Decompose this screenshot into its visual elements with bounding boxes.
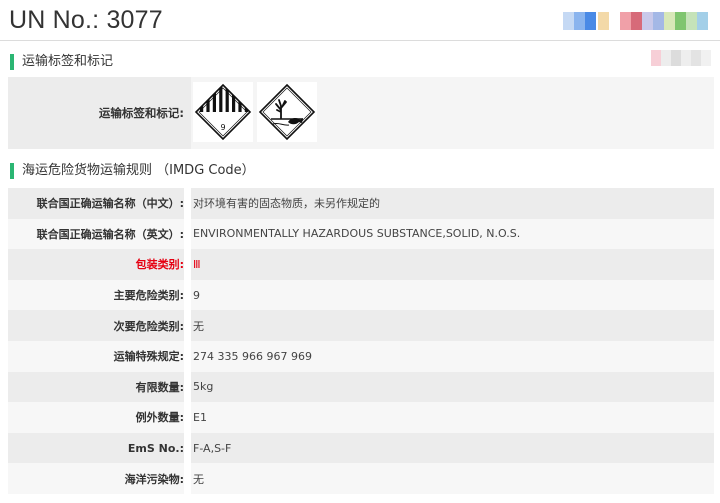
section-accent-bar [10,54,14,70]
row-label: 海洋污染物: [124,472,184,486]
row-value: 无 [193,319,204,333]
blurred-pixel [661,50,671,66]
blurred-pixel [671,50,681,66]
table-row: 联合国正确运输名称（中文）: 对环境有害的固态物质，未另作规定的 [8,188,714,219]
row-value: 9 [193,288,200,302]
blurred-pixel [664,12,675,30]
table-row-packing-group: 包装类别: Ⅲ [8,249,714,280]
blurred-pixel [574,12,585,30]
row-value: 对环境有害的固态物质，未另作规定的 [193,197,380,211]
table-row: 例外数量: E1 [8,402,714,433]
blurred-pixel [675,12,686,30]
blurred-pixel [681,50,691,66]
row-value: Ⅲ [193,257,201,271]
blurred-pixel [642,12,653,30]
un-number-title: UN No.: 3077 [9,6,163,34]
blurred-pixel [701,50,711,66]
transport-labels-label: 运输标签和标记: [98,106,184,120]
table-row: 有限数量: 5kg [8,371,714,403]
class-9-number: 9 [220,123,225,132]
table-row: 主要危险类别: 9 [8,279,714,311]
row-label: 联合国正确运输名称（英文）: [36,227,184,241]
row-label: 运输特殊规定: [113,350,184,364]
cell-divider [184,432,191,464]
header-divider [0,40,720,41]
cell-divider [184,218,191,250]
blurred-pixel [609,12,620,30]
class-9-hazard-label-icon: 9 [193,82,253,142]
table-row: 联合国正确运输名称（英文）: ENVIRONMENTALLY HAZARDOUS… [8,218,714,250]
row-label: 包装类别: [135,258,184,272]
cell-divider [184,340,191,372]
row-label: 联合国正确运输名称（中文）: [36,197,184,211]
blurred-pixel [697,12,708,30]
row-label: 次要危险类别: [113,319,184,333]
page-header: UN No.: 3077 [0,0,720,40]
section-title: 运输标签和标记 [22,54,114,69]
cell-divider [184,279,191,311]
cell-divider [184,188,191,219]
section-accent-bar [10,163,14,179]
row-value: 5kg [193,380,214,394]
hazard-labels-cell: 9 [191,77,714,149]
blurred-pixel [620,12,631,30]
cell-divider [184,310,191,341]
cell-divider [184,463,191,494]
blurred-pixel [631,12,642,30]
section-title: 海运危险货物运输规则 （IMDG Code） [22,163,255,178]
imdg-info-table: 联合国正确运输名称（中文）: 对环境有害的固态物质，未另作规定的 联合国正确运输… [8,188,714,494]
table-row: 海洋污染物: 无 [8,463,714,494]
blurred-pixel [563,12,574,30]
cell-divider [184,371,191,403]
table-row: 次要危险类别: 无 [8,310,714,341]
transport-labels-row: 运输标签和标记: 9 [8,77,714,149]
row-value: F-A,S-F [193,441,232,455]
blurred-pixel [585,12,596,30]
table-row: 运输特殊规定: 274 335 966 967 969 [8,340,714,372]
blurred-pixel [686,12,697,30]
table-row: EmS No.: F-A,S-F [8,432,714,464]
row-value: 无 [193,472,204,486]
blurred-pixel [691,50,701,66]
blurred-pixel [651,50,661,66]
environmentally-hazardous-mark-icon [257,82,317,142]
blurred-pixel [653,12,664,30]
row-value: ENVIRONMENTALLY HAZARDOUS SUBSTANCE,SOLI… [193,227,521,241]
row-label: 主要危险类别: [113,289,184,303]
cell-divider [184,402,191,433]
row-label: 例外数量: [135,411,184,425]
row-value: E1 [193,410,207,424]
cell-divider [184,249,191,280]
blurred-pixel [598,12,609,30]
row-value: 274 335 966 967 969 [193,349,312,363]
row-label: EmS No.: [127,441,184,455]
row-label: 有限数量: [135,380,184,394]
